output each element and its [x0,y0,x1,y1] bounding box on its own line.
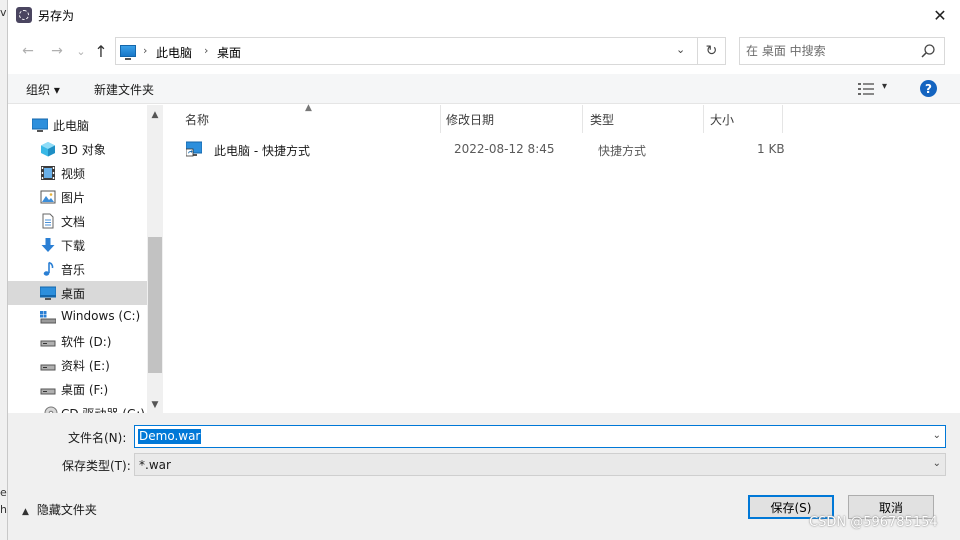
system-drive-icon [40,311,56,324]
breadcrumb-this-pc[interactable]: 此电脑 [156,44,192,61]
filename-field[interactable]: Demo.war ⌄ [134,425,946,448]
nav-item-pictures[interactable]: 图片 [8,185,147,209]
video-icon [41,166,55,180]
nav-item-label: 视频 [61,167,86,181]
shortcut-icon [186,141,202,157]
recent-locations-button[interactable]: ⌄ [70,40,92,62]
back-button[interactable]: ← [17,40,39,62]
nav-item-drive-f[interactable]: 桌面 (F:) [8,377,147,401]
chevron-up-icon: ▲ [22,507,29,517]
breadcrumb-desktop[interactable]: 桌面 [217,44,241,61]
app-icon [16,7,32,23]
scroll-down-icon[interactable]: ▼ [147,397,163,413]
filename-dropdown-icon[interactable]: ⌄ [933,430,941,441]
nav-item-documents[interactable]: 文档 [8,209,147,233]
nav-item-label: 文档 [61,215,86,229]
nav-item-3d-objects[interactable]: 3D 对象 [8,137,147,161]
filetype-dropdown-icon[interactable]: ⌄ [933,458,941,469]
save-options-panel: 文件名(N): Demo.war ⌄ 保存类型(T): *.war ⌄ ▲ 隐藏文… [8,413,960,540]
close-button[interactable]: ✕ [920,0,960,30]
help-icon[interactable]: ? [920,80,937,97]
hide-folders-toggle[interactable]: ▲ 隐藏文件夹 [22,501,97,518]
scroll-thumb[interactable] [148,237,162,373]
file-type: 快捷方式 [598,144,647,158]
background-window-strip: v e h [0,0,8,540]
drive-icon [40,388,56,395]
download-icon [41,238,55,252]
watermark-text: CSDN @596785154 [809,515,938,530]
filetype-select[interactable]: *.war ⌄ [134,453,946,476]
pc-icon [32,118,48,132]
scroll-up-icon[interactable]: ▲ [147,107,163,123]
nav-item-label: Windows (C:) [61,309,141,323]
background-text-fragment: v [0,6,7,19]
nav-item-label: 3D 对象 [61,143,106,157]
forward-button[interactable]: → [46,40,68,62]
background-text-fragment: e [0,486,7,499]
nav-item-label: 软件 (D:) [61,335,112,349]
view-dropdown-icon[interactable]: ▾ [882,81,887,92]
hide-folders-label: 隐藏文件夹 [36,503,97,517]
new-folder-button[interactable]: 新建文件夹 [94,81,154,98]
breadcrumb-separator[interactable]: › [204,44,208,57]
filename-value[interactable]: Demo.war [138,429,202,444]
command-toolbar: 组织 ▾ 新建文件夹 ▾ ? [8,74,960,104]
nav-item-drive-c[interactable]: Windows (C:) [8,305,147,329]
nav-item-downloads[interactable]: 下载 [8,233,147,257]
view-options-icon[interactable] [858,82,874,96]
search-icon[interactable] [920,43,936,59]
nav-item-music[interactable]: 音乐 [8,257,147,281]
file-name: 此电脑 - 快捷方式 [214,144,310,158]
nav-item-cd-drive[interactable]: CD 驱动器 (G:) [8,401,147,413]
search-box[interactable] [739,37,945,65]
desktop-icon [40,286,56,300]
cd-drive-icon [44,406,58,413]
drive-icon [40,340,56,347]
address-bar[interactable]: › 此电脑 › 桌面 ⌄ [115,37,698,65]
nav-item-drive-e[interactable]: 资料 (E:) [8,353,147,377]
organize-button[interactable]: 组织 ▾ [26,81,60,98]
search-input[interactable] [746,42,916,60]
picture-icon [40,190,56,204]
nav-item-this-pc[interactable]: 此电脑 [8,113,147,137]
dialog-title: 另存为 [38,9,75,23]
file-size: 1 KB [757,142,785,156]
nav-scrollbar[interactable]: ▲ ▼ [147,105,163,413]
breadcrumb-separator[interactable]: › [143,44,147,57]
nav-item-label: 资料 (E:) [61,359,110,373]
nav-item-label: CD 驱动器 (G:) [61,405,145,413]
cube-icon [41,142,55,157]
nav-item-label: 此电脑 [53,119,90,133]
filetype-value: *.war [139,458,171,472]
filetype-label: 保存类型(T): [62,459,131,473]
file-list: ▲ 名称 修改日期 类型 大小 此电脑 - 快捷方式 2022-08-12 8:… [163,103,960,413]
column-header-size[interactable]: 大小 [703,105,783,133]
navigation-pane: 此电脑 3D 对象 视频 图片 文档 下载 音乐 桌面 Windows (C:)… [8,105,163,413]
nav-item-videos[interactable]: 视频 [8,161,147,185]
refresh-button[interactable]: ↻ [698,37,726,65]
pc-icon [120,45,136,60]
title-bar: 另存为 ✕ [8,0,960,30]
nav-item-label: 下载 [61,239,86,253]
address-dropdown-icon[interactable]: ⌄ [676,43,685,56]
document-icon [42,213,54,229]
nav-item-drive-d[interactable]: 软件 (D:) [8,329,147,353]
drive-icon [40,364,56,371]
save-as-dialog: 另存为 ✕ ← → ⌄ ↑ › 此电脑 › 桌面 ⌄ ↻ 组织 ▾ 新建文件夹 … [8,0,960,540]
filename-label: 文件名(N): [68,431,127,445]
file-modified: 2022-08-12 8:45 [454,142,555,156]
background-text-fragment: h [0,503,7,516]
column-header-type[interactable]: 类型 [583,105,704,133]
column-header-modified[interactable]: 修改日期 [439,105,583,133]
music-icon [43,261,54,276]
nav-item-label: 桌面 [61,287,86,301]
column-header-name[interactable]: 名称 [178,105,441,133]
nav-item-desktop[interactable]: 桌面 [8,281,147,305]
nav-item-label: 桌面 (F:) [61,383,109,397]
table-row[interactable]: 此电脑 - 快捷方式 2022-08-12 8:45 快捷方式 1 KB [182,139,785,161]
nav-item-label: 图片 [61,191,86,205]
up-button[interactable]: ↑ [90,40,112,62]
nav-item-label: 音乐 [61,263,86,277]
